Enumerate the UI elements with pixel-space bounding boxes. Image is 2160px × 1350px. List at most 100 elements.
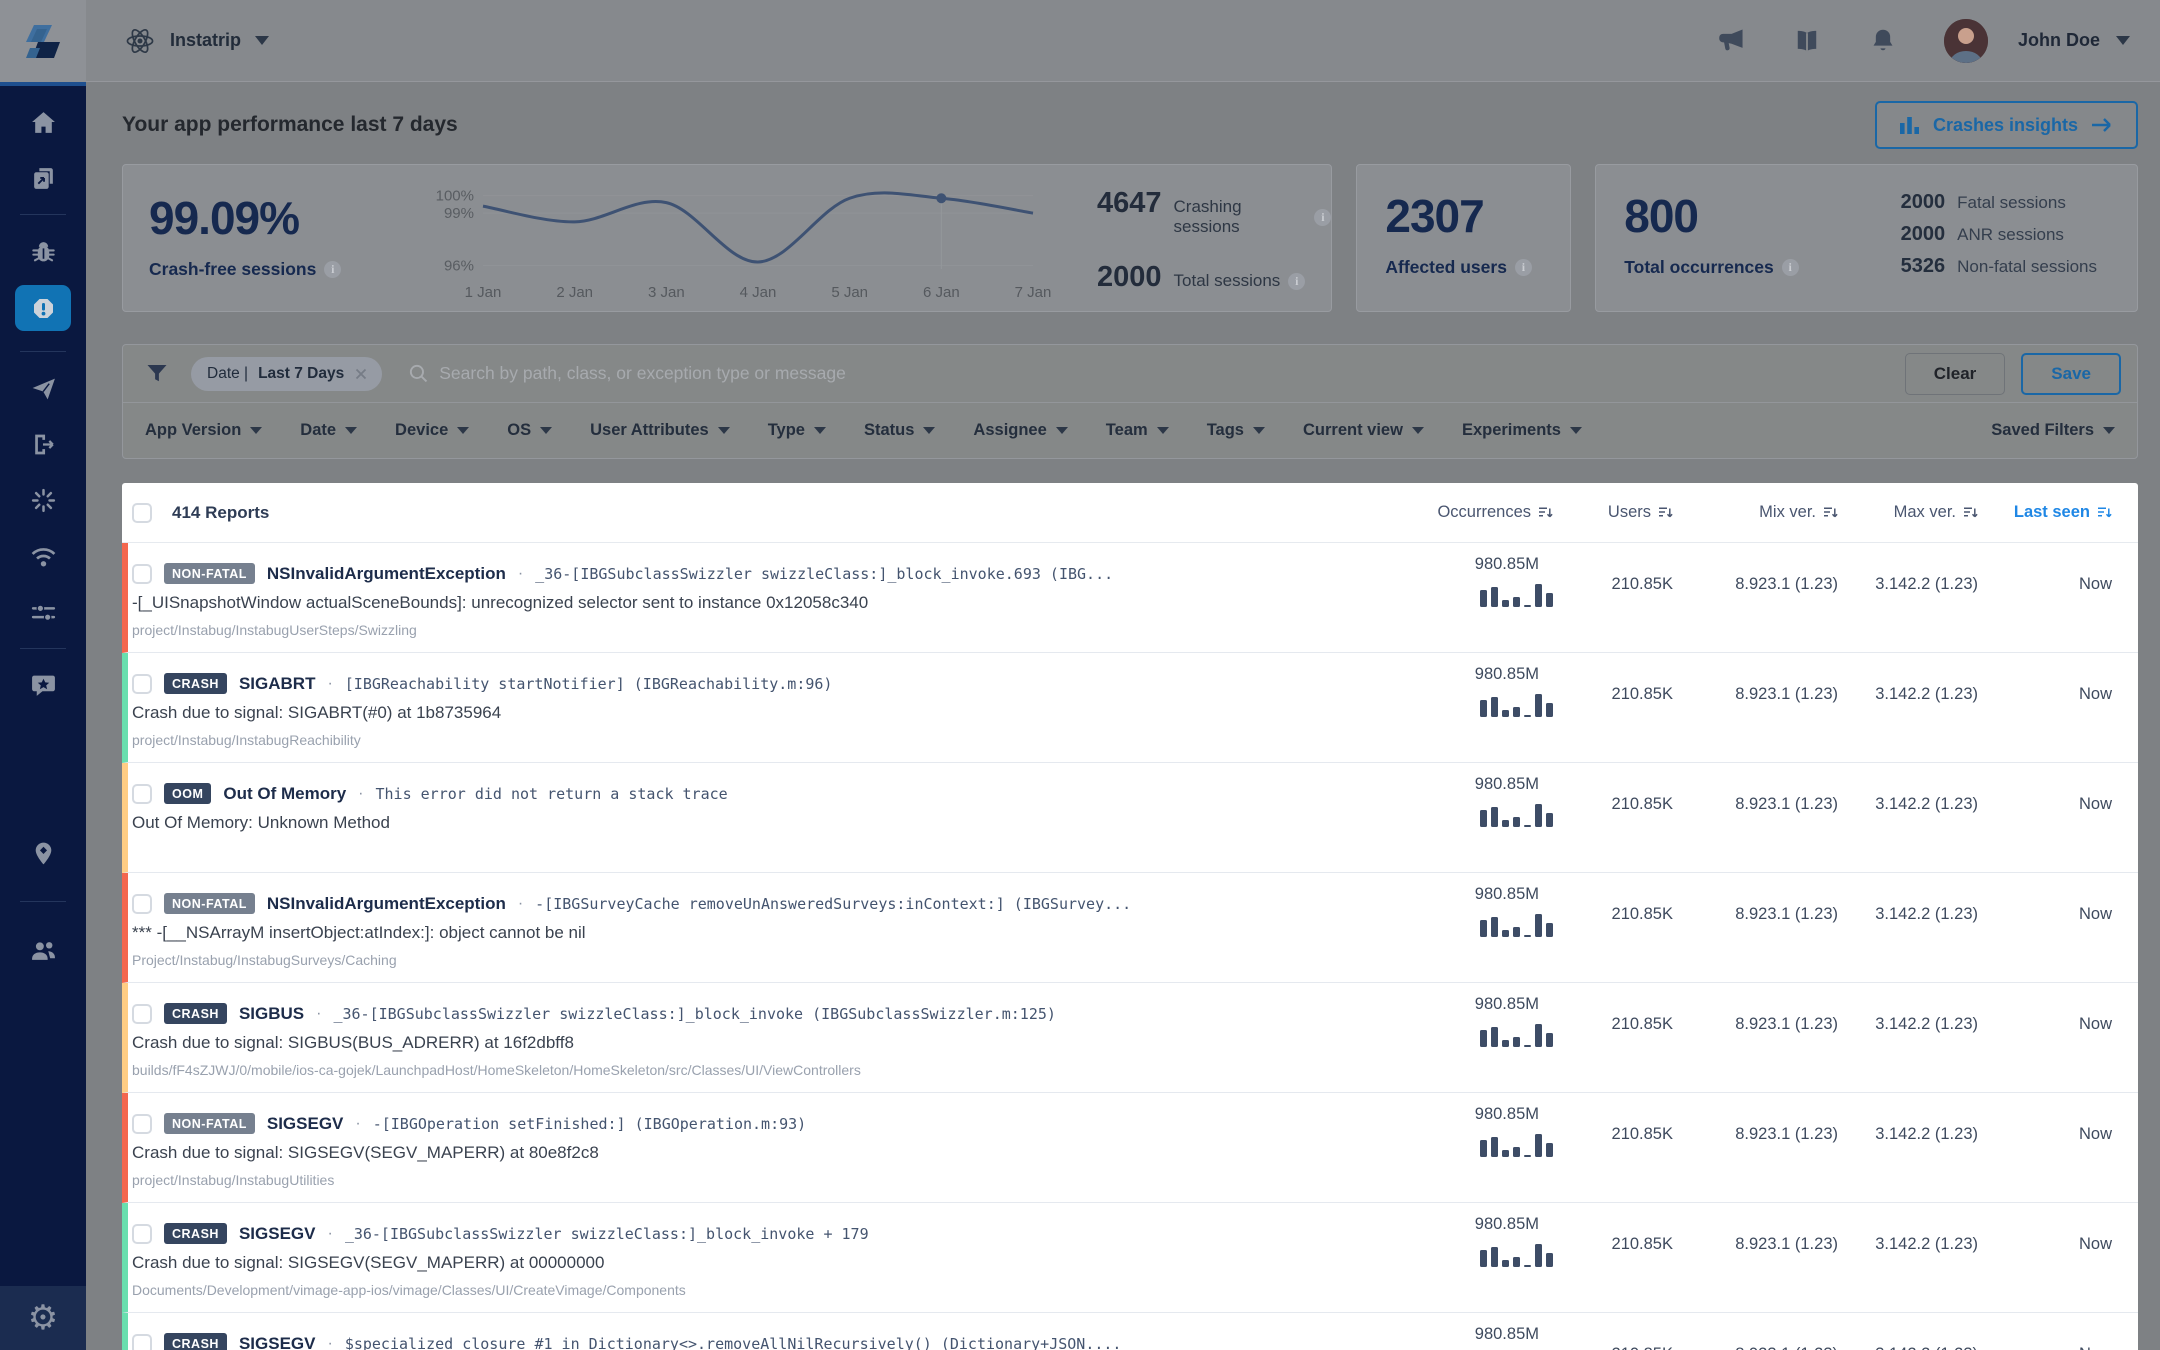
sidebar-item-sessions[interactable] (15, 158, 71, 198)
report-row[interactable]: CRASH SIGSEGV · $specialized closure #1 … (122, 1313, 2138, 1350)
svg-text:3 Jan: 3 Jan (648, 284, 685, 301)
filter-date[interactable]: Date (300, 421, 358, 440)
crashes-insights-button[interactable]: Crashes insights (1874, 101, 2138, 149)
sidebar-item-releases[interactable] (15, 424, 71, 464)
row-checkbox[interactable] (132, 1113, 152, 1134)
info-icon[interactable]: i (1288, 272, 1306, 290)
sidebar-item-feature-flags[interactable] (15, 592, 71, 632)
filter-assignee[interactable]: Assignee (973, 421, 1068, 440)
report-type-badge: OOM (164, 783, 212, 804)
non-fatal-sessions-value: 5326 (1900, 255, 1946, 277)
filter-user-attributes[interactable]: User Attributes (590, 421, 730, 440)
sidebar-item-apm[interactable] (15, 480, 71, 520)
row-checkbox[interactable] (132, 563, 152, 584)
info-icon[interactable]: i (1781, 259, 1799, 276)
sidebar-item-user-steps[interactable] (15, 833, 71, 873)
sidebar-item-team[interactable] (15, 930, 71, 970)
occurrences-cell: 980.85M (1403, 1093, 1553, 1202)
last-seen-cell: Now (2078, 1125, 2112, 1143)
info-icon[interactable]: i (1514, 259, 1532, 276)
sidebar-item-settings[interactable]: ⚙ (0, 1286, 86, 1350)
instabug-logo[interactable] (0, 0, 86, 82)
max-ver-cell: 3.142.2 (1.23) (1875, 795, 1978, 813)
report-description: -[_UISnapshotWindow actualSceneBounds]: … (132, 593, 869, 612)
column-occurrences[interactable]: Occurrences (1403, 503, 1553, 522)
filter-status[interactable]: Status (864, 421, 936, 440)
sidebar-item-crashes[interactable] (15, 285, 71, 331)
column-mix-ver[interactable]: Mix ver. (1673, 503, 1838, 522)
column-last-seen[interactable]: Last seen (1978, 503, 2112, 522)
anr-sessions-label: ANR sessions (1957, 225, 2064, 244)
column-max-ver[interactable]: Max ver. (1838, 503, 1978, 522)
users-cell: 210.85K (1611, 795, 1673, 813)
chevron-down-icon (923, 427, 936, 434)
docs-book-icon[interactable] (1792, 26, 1822, 56)
filter-team[interactable]: Team (1106, 421, 1169, 440)
mix-ver-cell: 8.923.1 (1.23) (1735, 575, 1838, 593)
bug-icon (31, 241, 55, 261)
filter-type[interactable]: Type (768, 421, 826, 440)
filter-app-version[interactable]: App Version (145, 421, 263, 440)
report-row[interactable]: CRASH SIGABRT · [IBGReachability startNo… (122, 653, 2138, 763)
info-icon[interactable]: i (324, 261, 342, 278)
close-icon[interactable] (354, 367, 368, 381)
occurrences-value: 980.85M (1474, 665, 1539, 683)
row-checkbox[interactable] (132, 1003, 152, 1024)
mix-ver-cell: 8.923.1 (1.23) (1673, 1313, 1838, 1350)
info-icon[interactable]: i (1314, 208, 1332, 226)
gear-icon: ⚙ (27, 1298, 59, 1338)
row-checkbox[interactable] (132, 1333, 152, 1350)
select-all-checkbox[interactable] (132, 502, 152, 523)
crash-free-value: 99.09% (149, 192, 300, 244)
location-pin-icon (35, 842, 51, 864)
report-description: Crash due to signal: SIGSEGV(SEGV_MAPERR… (132, 1253, 605, 1272)
clear-button[interactable]: Clear (1904, 352, 2006, 395)
occurrences-cell: 980.85M (1403, 983, 1553, 1092)
column-users[interactable]: Users (1553, 503, 1673, 522)
sidebar-divider (20, 214, 66, 215)
row-checkbox[interactable] (132, 1223, 152, 1244)
avatar (1943, 18, 1988, 63)
report-location-code: _36-[IBGSubclassSwizzler swizzleClass:]_… (333, 1004, 1056, 1023)
max-ver-cell: 3.142.2 (1.23) (1875, 905, 1978, 923)
bell-icon[interactable] (1868, 26, 1898, 56)
sort-icon (1964, 507, 1978, 518)
report-path: project/Instabug/InstabugReachibility (132, 732, 361, 748)
filter-tags[interactable]: Tags (1207, 421, 1265, 440)
report-row[interactable]: NON-FATAL NSInvalidArgumentException · -… (122, 873, 2138, 983)
row-checkbox[interactable] (132, 673, 152, 694)
report-row[interactable]: OOM Out Of Memory · This error did not r… (122, 763, 2138, 873)
sidebar-item-bug-reports[interactable] (15, 231, 71, 271)
report-title: SIGSEGV (238, 1223, 316, 1243)
filter-device[interactable]: Device (395, 421, 470, 440)
chevron-down-icon (255, 36, 270, 45)
occurrences-value: 980.85M (1474, 1105, 1539, 1123)
sidebar-item-network[interactable] (15, 536, 71, 576)
sidebar-item-feedback[interactable] (15, 368, 71, 408)
report-row[interactable]: CRASH SIGSEGV · _36-[IBGSubclassSwizzler… (122, 1203, 2138, 1313)
row-checkbox[interactable] (132, 893, 152, 914)
occurrences-value: 980.85M (1474, 885, 1539, 903)
user-menu[interactable]: John Doe (1943, 18, 2130, 63)
chevron-down-icon (2116, 36, 2130, 45)
report-row[interactable]: NON-FATAL SIGSEGV · -[IBGOperation setFi… (122, 1093, 2138, 1203)
saved-filters[interactable]: Saved Filters (1991, 421, 2115, 440)
report-row[interactable]: CRASH SIGBUS · _36-[IBGSubclassSwizzler … (122, 983, 2138, 1093)
filter-os[interactable]: OS (507, 421, 553, 440)
filter-current-view[interactable]: Current view (1303, 421, 1424, 440)
report-title: SIGSEGV (238, 1333, 316, 1350)
app-selector[interactable]: Instatrip (124, 25, 270, 57)
megaphone-icon[interactable] (1716, 26, 1746, 56)
mix-ver-cell: 8.923.1 (1.23) (1735, 1235, 1838, 1253)
filter-experiments[interactable]: Experiments (1462, 421, 1582, 440)
occurrences-cell: 980.85M (1403, 1313, 1553, 1350)
row-checkbox[interactable] (132, 783, 152, 804)
date-filter-chip[interactable]: Date | Last 7 Days (191, 356, 383, 391)
save-button[interactable]: Save (2021, 352, 2121, 395)
sidebar-item-home[interactable] (15, 102, 71, 142)
report-type-badge: CRASH (164, 1003, 227, 1024)
report-type-badge: NON-FATAL (164, 563, 255, 584)
search-input[interactable] (439, 363, 1140, 384)
report-row[interactable]: NON-FATAL NSInvalidArgumentException · _… (122, 543, 2138, 653)
sidebar-item-app-ratings[interactable] (15, 665, 71, 705)
